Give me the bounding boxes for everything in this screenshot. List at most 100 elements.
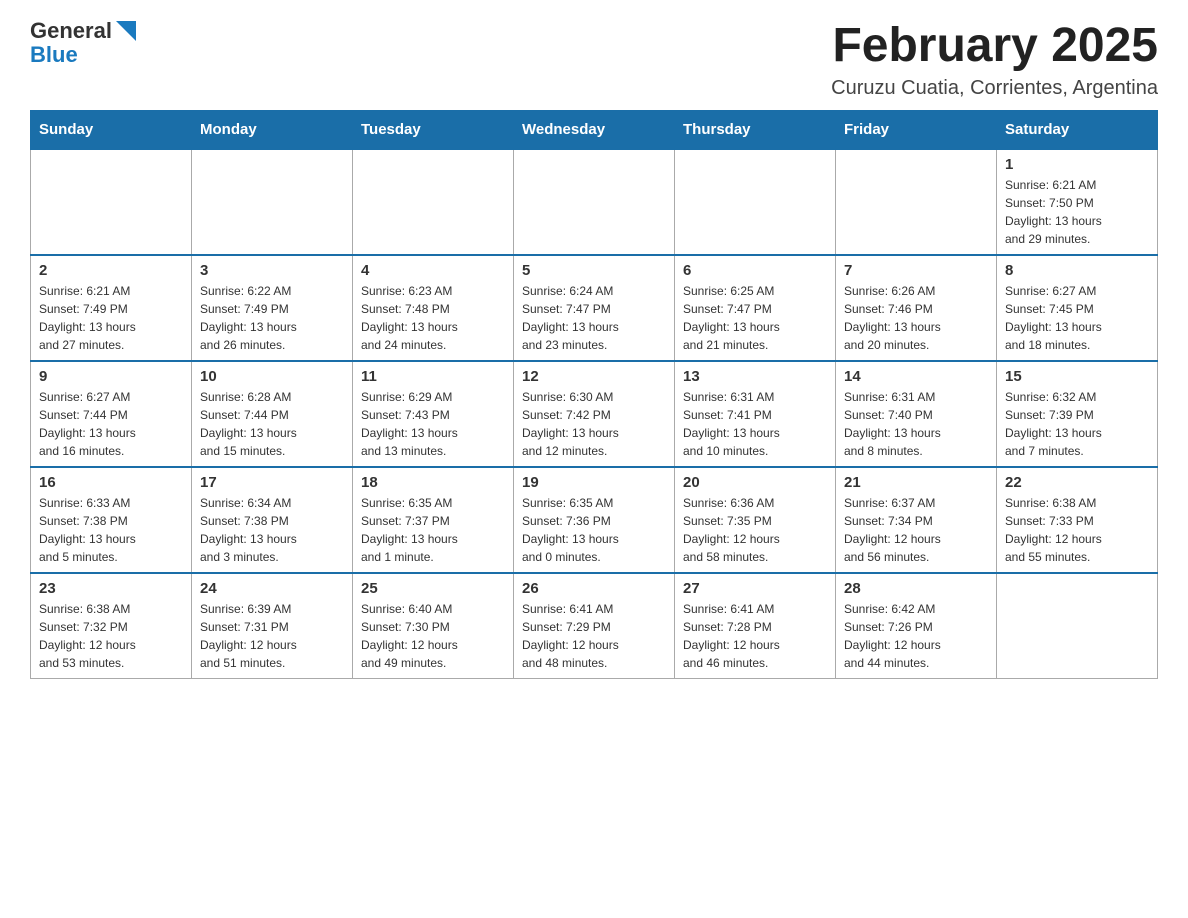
day-info: Sunrise: 6:21 AM Sunset: 7:50 PM Dayligh…: [1005, 176, 1149, 248]
calendar-cell: 26 Sunrise: 6:41 AM Sunset: 7:29 PM Dayli…: [514, 573, 675, 679]
month-title: February 2025: [831, 20, 1158, 73]
calendar-week-2: 2 Sunrise: 6:21 AM Sunset: 7:49 PM Daylig…: [31, 255, 1158, 361]
calendar-cell: 25 Sunrise: 6:40 AM Sunset: 7:30 PM Dayli…: [353, 573, 514, 679]
day-info: Sunrise: 6:42 AM Sunset: 7:26 PM Dayligh…: [844, 600, 988, 672]
calendar-cell: 19 Sunrise: 6:35 AM Sunset: 7:36 PM Dayli…: [514, 467, 675, 573]
day-info: Sunrise: 6:21 AM Sunset: 7:49 PM Dayligh…: [39, 282, 183, 354]
calendar-cell: 9 Sunrise: 6:27 AM Sunset: 7:44 PM Daylig…: [31, 361, 192, 467]
calendar-cell: 13 Sunrise: 6:31 AM Sunset: 7:41 PM Dayli…: [675, 361, 836, 467]
day-info: Sunrise: 6:26 AM Sunset: 7:46 PM Dayligh…: [844, 282, 988, 354]
day-info: Sunrise: 6:33 AM Sunset: 7:38 PM Dayligh…: [39, 494, 183, 566]
day-header-sunday: Sunday: [31, 110, 192, 149]
calendar-cell: 20 Sunrise: 6:36 AM Sunset: 7:35 PM Dayli…: [675, 467, 836, 573]
day-info: Sunrise: 6:38 AM Sunset: 7:32 PM Dayligh…: [39, 600, 183, 672]
calendar-cell: 15 Sunrise: 6:32 AM Sunset: 7:39 PM Dayli…: [997, 361, 1158, 467]
calendar-cell: 27 Sunrise: 6:41 AM Sunset: 7:28 PM Dayli…: [675, 573, 836, 679]
calendar-table: SundayMondayTuesdayWednesdayThursdayFrid…: [30, 110, 1158, 679]
day-info: Sunrise: 6:23 AM Sunset: 7:48 PM Dayligh…: [361, 282, 505, 354]
calendar-cell: 18Sunrise: 6:35 AM Sunset: 7:37 PM Dayli…: [353, 467, 514, 573]
day-number: 15: [1005, 368, 1149, 385]
day-number: 11: [361, 368, 505, 385]
logo-arrow-icon: [114, 21, 136, 41]
calendar-cell: [514, 149, 675, 255]
day-number: 26: [522, 580, 666, 597]
day-info: Sunrise: 6:29 AM Sunset: 7:43 PM Dayligh…: [361, 388, 505, 460]
day-info: Sunrise: 6:27 AM Sunset: 7:45 PM Dayligh…: [1005, 282, 1149, 354]
calendar-cell: 23Sunrise: 6:38 AM Sunset: 7:32 PM Dayli…: [31, 573, 192, 679]
calendar-cell: 24 Sunrise: 6:39 AM Sunset: 7:31 PM Dayli…: [192, 573, 353, 679]
calendar-week-4: 16 Sunrise: 6:33 AM Sunset: 7:38 PM Dayli…: [31, 467, 1158, 573]
day-number: 17: [200, 474, 344, 491]
calendar-week-1: 1Sunrise: 6:21 AM Sunset: 7:50 PM Daylig…: [31, 149, 1158, 255]
day-info: Sunrise: 6:25 AM Sunset: 7:47 PM Dayligh…: [683, 282, 827, 354]
day-number: 22: [1005, 474, 1149, 491]
calendar-cell: 11 Sunrise: 6:29 AM Sunset: 7:43 PM Dayli…: [353, 361, 514, 467]
calendar-cell: 21 Sunrise: 6:37 AM Sunset: 7:34 PM Dayli…: [836, 467, 997, 573]
day-number: 19: [522, 474, 666, 491]
day-info: Sunrise: 6:35 AM Sunset: 7:37 PM Dayligh…: [361, 494, 505, 566]
logo: General Blue: [30, 20, 136, 66]
calendar-cell: 7 Sunrise: 6:26 AM Sunset: 7:46 PM Daylig…: [836, 255, 997, 361]
day-number: 13: [683, 368, 827, 385]
day-info: Sunrise: 6:34 AM Sunset: 7:38 PM Dayligh…: [200, 494, 344, 566]
calendar-cell: 8 Sunrise: 6:27 AM Sunset: 7:45 PM Daylig…: [997, 255, 1158, 361]
calendar-week-5: 23Sunrise: 6:38 AM Sunset: 7:32 PM Dayli…: [31, 573, 1158, 679]
location-title: Curuzu Cuatia, Corrientes, Argentina: [831, 77, 1158, 100]
day-number: 21: [844, 474, 988, 491]
day-number: 14: [844, 368, 988, 385]
day-info: Sunrise: 6:31 AM Sunset: 7:41 PM Dayligh…: [683, 388, 827, 460]
calendar-cell: 3 Sunrise: 6:22 AM Sunset: 7:49 PM Daylig…: [192, 255, 353, 361]
day-info: Sunrise: 6:31 AM Sunset: 7:40 PM Dayligh…: [844, 388, 988, 460]
day-number: 7: [844, 262, 988, 279]
title-section: February 2025 Curuzu Cuatia, Corrientes,…: [831, 20, 1158, 100]
calendar-cell: 2 Sunrise: 6:21 AM Sunset: 7:49 PM Daylig…: [31, 255, 192, 361]
calendar-cell: 5 Sunrise: 6:24 AM Sunset: 7:47 PM Daylig…: [514, 255, 675, 361]
day-info: Sunrise: 6:41 AM Sunset: 7:28 PM Dayligh…: [683, 600, 827, 672]
page-header: General Blue February 2025 Curuzu Cuatia…: [30, 20, 1158, 100]
day-number: 6: [683, 262, 827, 279]
day-number: 3: [200, 262, 344, 279]
calendar-cell: 16 Sunrise: 6:33 AM Sunset: 7:38 PM Dayli…: [31, 467, 192, 573]
day-number: 27: [683, 580, 827, 597]
calendar-cell: [836, 149, 997, 255]
day-header-saturday: Saturday: [997, 110, 1158, 149]
day-number: 28: [844, 580, 988, 597]
calendar-cell: 4 Sunrise: 6:23 AM Sunset: 7:48 PM Daylig…: [353, 255, 514, 361]
day-header-monday: Monday: [192, 110, 353, 149]
day-number: 8: [1005, 262, 1149, 279]
day-header-wednesday: Wednesday: [514, 110, 675, 149]
calendar-cell: [997, 573, 1158, 679]
day-header-tuesday: Tuesday: [353, 110, 514, 149]
day-info: Sunrise: 6:38 AM Sunset: 7:33 PM Dayligh…: [1005, 494, 1149, 566]
day-number: 16: [39, 474, 183, 491]
day-number: 25: [361, 580, 505, 597]
day-info: Sunrise: 6:35 AM Sunset: 7:36 PM Dayligh…: [522, 494, 666, 566]
calendar-cell: 1Sunrise: 6:21 AM Sunset: 7:50 PM Daylig…: [997, 149, 1158, 255]
day-info: Sunrise: 6:22 AM Sunset: 7:49 PM Dayligh…: [200, 282, 344, 354]
day-number: 2: [39, 262, 183, 279]
day-header-friday: Friday: [836, 110, 997, 149]
day-number: 5: [522, 262, 666, 279]
calendar-cell: [31, 149, 192, 255]
day-info: Sunrise: 6:37 AM Sunset: 7:34 PM Dayligh…: [844, 494, 988, 566]
day-info: Sunrise: 6:27 AM Sunset: 7:44 PM Dayligh…: [39, 388, 183, 460]
day-info: Sunrise: 6:39 AM Sunset: 7:31 PM Dayligh…: [200, 600, 344, 672]
day-info: Sunrise: 6:32 AM Sunset: 7:39 PM Dayligh…: [1005, 388, 1149, 460]
day-info: Sunrise: 6:40 AM Sunset: 7:30 PM Dayligh…: [361, 600, 505, 672]
day-info: Sunrise: 6:41 AM Sunset: 7:29 PM Dayligh…: [522, 600, 666, 672]
day-header-thursday: Thursday: [675, 110, 836, 149]
day-number: 20: [683, 474, 827, 491]
calendar-cell: 12Sunrise: 6:30 AM Sunset: 7:42 PM Dayli…: [514, 361, 675, 467]
calendar-cell: [192, 149, 353, 255]
logo-general: General: [30, 20, 112, 42]
calendar-cell: 22 Sunrise: 6:38 AM Sunset: 7:33 PM Dayli…: [997, 467, 1158, 573]
day-number: 9: [39, 368, 183, 385]
day-number: 10: [200, 368, 344, 385]
day-number: 4: [361, 262, 505, 279]
day-number: 24: [200, 580, 344, 597]
day-info: Sunrise: 6:24 AM Sunset: 7:47 PM Dayligh…: [522, 282, 666, 354]
day-info: Sunrise: 6:30 AM Sunset: 7:42 PM Dayligh…: [522, 388, 666, 460]
day-info: Sunrise: 6:36 AM Sunset: 7:35 PM Dayligh…: [683, 494, 827, 566]
calendar-cell: 10Sunrise: 6:28 AM Sunset: 7:44 PM Dayli…: [192, 361, 353, 467]
calendar-cell: 17 Sunrise: 6:34 AM Sunset: 7:38 PM Dayli…: [192, 467, 353, 573]
